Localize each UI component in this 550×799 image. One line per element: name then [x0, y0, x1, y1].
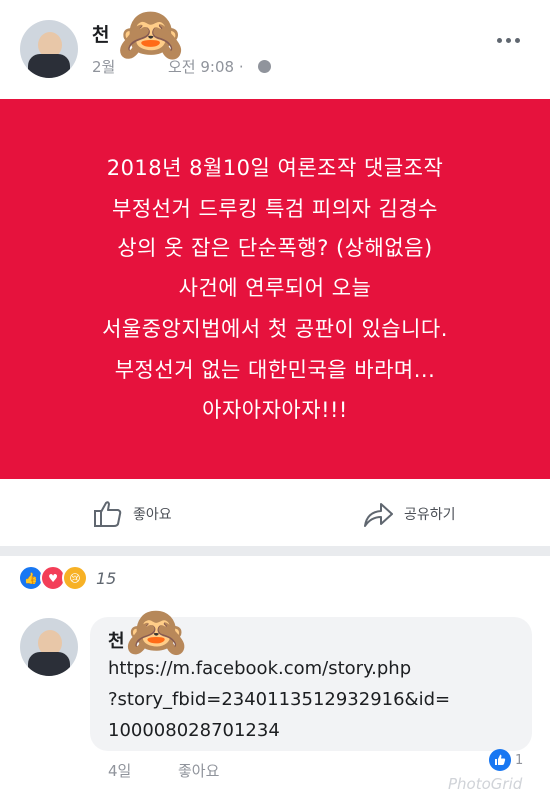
- globe-icon: [258, 60, 271, 73]
- share-button[interactable]: 공유하기: [362, 500, 456, 528]
- banner-line-1: 2018년 8월10일 여론조작 댓글조작: [106, 156, 444, 180]
- watermark: PhotoGrid: [448, 775, 523, 793]
- commenter-name[interactable]: 천: [108, 627, 125, 653]
- banner-line-5: 서울중앙지법에서 첫 공판이 있습니다.: [102, 317, 448, 341]
- commenter-avatar[interactable]: [20, 618, 78, 676]
- share-label: 공유하기: [404, 507, 456, 523]
- post-date[interactable]: 2월: [92, 56, 115, 77]
- status-banner: 2018년 8월10일 여론조작 댓글조작 부정선거 드루킹 특검 피의자 김경…: [0, 99, 550, 479]
- comment-line-3: 100008028701234: [108, 720, 280, 741]
- like-badge-icon: [489, 749, 511, 771]
- more-options-icon[interactable]: [495, 28, 522, 47]
- share-arrow-icon: [364, 503, 393, 527]
- comment-link[interactable]: https://m.facebook.com/story.php ?story_…: [108, 653, 450, 746]
- monkey-see-no-evil-icon: 🙈: [117, 3, 185, 66]
- comment-line-1: https://m.facebook.com/story.php: [108, 658, 412, 679]
- banner-line-2: 부정선거 드루킹 특검 피의자 김경수: [112, 197, 438, 221]
- thumbs-up-icon: [94, 501, 122, 527]
- banner-line-4: 사건에 연루되어 오늘: [178, 276, 372, 300]
- banner-line-7: 아자아자아자!!!: [202, 398, 348, 422]
- sad-reaction-icon: 😢: [62, 565, 88, 591]
- comment-like-button[interactable]: 좋아요: [178, 760, 219, 781]
- reaction-count: 15: [96, 568, 117, 588]
- section-divider: [0, 546, 550, 556]
- like-button[interactable]: 좋아요: [93, 500, 172, 528]
- author-name[interactable]: 천: [92, 20, 109, 47]
- banner-line-3: 상의 옷 잡은 단순폭행? (상해없음): [117, 236, 433, 260]
- like-label: 좋아요: [133, 507, 172, 523]
- comment-line-2: ?story_fbid=2340113512932916&id=: [108, 689, 451, 710]
- comment-time[interactable]: 4일: [108, 760, 131, 781]
- banner-line-6: 부정선거 없는 대한민국을 바라며...: [114, 358, 436, 382]
- comment-like-count[interactable]: 1: [489, 749, 523, 771]
- reactions-summary[interactable]: 👍 ♥ 😢 15: [18, 565, 116, 591]
- monkey-see-no-evil-icon: 🙈: [125, 603, 188, 661]
- author-avatar[interactable]: [20, 20, 78, 78]
